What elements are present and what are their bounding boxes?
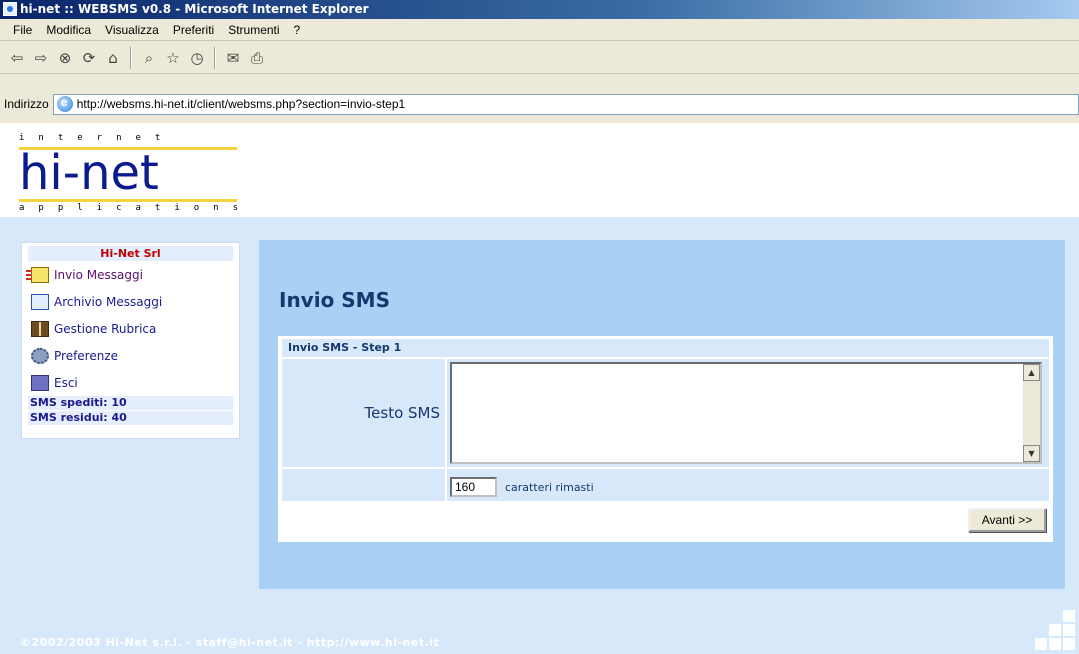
- footer-copyright: ©2002/2003 Hi-Net s.r.l. - staff@hi-net.…: [20, 636, 440, 649]
- sidebar-item-label: Preferenze: [54, 348, 119, 363]
- form-header: Invio SMS - Step 1: [282, 339, 1049, 357]
- menu-file[interactable]: File: [6, 23, 39, 37]
- address-book-icon: [31, 320, 49, 337]
- address-bar: Indirizzo http://websms.hi-net.it/client…: [0, 92, 1079, 116]
- logo-tagline-bottom: applications: [19, 203, 253, 213]
- preferences-icon: [31, 347, 49, 364]
- ie-page-icon: [56, 95, 73, 112]
- stop-icon[interactable]: ⊗: [54, 47, 76, 69]
- address-label: Indirizzo: [4, 97, 49, 111]
- sidebar-item-label: Gestione Rubrica: [54, 321, 157, 336]
- sms-text-label: Testo SMS: [282, 359, 445, 467]
- sidebar-item-gestione-rubrica[interactable]: Gestione Rubrica: [22, 315, 239, 342]
- sidebar: Hi-Net Srl Invio Messaggi Archivio Messa…: [21, 242, 240, 439]
- archive-icon: [31, 293, 49, 310]
- page-content: internet hi-net applications Hi-Net Srl …: [0, 123, 1079, 654]
- toolbar-separator: [214, 46, 216, 69]
- sidebar-item-label: Invio Messaggi: [54, 267, 143, 282]
- address-field[interactable]: http://websms.hi-net.it/client/websms.ph…: [52, 93, 1079, 115]
- menu-bar: File Modifica Visualizza Preferiti Strum…: [0, 19, 1079, 41]
- address-url[interactable]: http://websms.hi-net.it/client/websms.ph…: [77, 97, 406, 111]
- sms-form: Invio SMS - Step 1 Testo SMS ▲ ▼ 160 car…: [278, 336, 1053, 542]
- sms-sent-count: SMS spediti: 10: [28, 396, 233, 410]
- forward-icon[interactable]: ⇨: [30, 47, 52, 69]
- sms-remaining-count: SMS residui: 40: [28, 411, 233, 425]
- history-icon[interactable]: ◷: [186, 47, 208, 69]
- sidebar-item-label: Esci: [54, 375, 78, 390]
- logo-tagline-top: internet: [19, 133, 175, 143]
- refresh-icon[interactable]: ⟳: [78, 47, 100, 69]
- menu-modifica[interactable]: Modifica: [39, 23, 98, 37]
- menu-preferiti[interactable]: Preferiti: [166, 23, 221, 37]
- sidebar-item-preferenze[interactable]: Preferenze: [22, 342, 239, 369]
- corner-decoration: [1023, 610, 1079, 654]
- ie-window-icon: [3, 2, 17, 16]
- scroll-down-icon[interactable]: ▼: [1023, 445, 1040, 462]
- counter-label-cell: [282, 469, 445, 501]
- menu-help[interactable]: ?: [287, 23, 308, 37]
- sidebar-company: Hi-Net Srl: [28, 246, 233, 261]
- toolbar: ⇦ ⇨ ⊗ ⟳ ⌂ ⌕ ☆ ◷ ✉ ⎙: [0, 42, 1079, 74]
- menu-visualizza[interactable]: Visualizza: [98, 23, 166, 37]
- counter-cell: 160 caratteri rimasti: [447, 469, 1049, 501]
- window-title-bar[interactable]: hi-net :: WEBSMS v0.8 - Microsoft Intern…: [0, 0, 1079, 19]
- home-icon[interactable]: ⌂: [102, 47, 124, 69]
- textarea-scrollbar[interactable]: ▲ ▼: [1023, 364, 1040, 462]
- menu-strumenti[interactable]: Strumenti: [221, 23, 286, 37]
- sidebar-item-label: Archivio Messaggi: [54, 294, 163, 309]
- favorites-icon[interactable]: ☆: [162, 47, 184, 69]
- next-button[interactable]: Avanti >>: [968, 508, 1046, 532]
- sidebar-item-archivio-messaggi[interactable]: Archivio Messaggi: [22, 288, 239, 315]
- sidebar-item-esci[interactable]: Esci: [22, 369, 239, 396]
- sidebar-item-invio-messaggi[interactable]: Invio Messaggi: [22, 261, 239, 288]
- scroll-up-icon[interactable]: ▲: [1023, 364, 1040, 381]
- page-header: internet hi-net applications: [0, 123, 1079, 217]
- print-icon[interactable]: ⎙: [246, 47, 268, 69]
- sms-text-cell: ▲ ▼: [447, 359, 1049, 467]
- logo-wordmark: hi-net: [19, 145, 159, 201]
- main-panel: Invio SMS Invio SMS - Step 1 Testo SMS ▲…: [259, 240, 1065, 589]
- sms-text-input[interactable]: ▲ ▼: [450, 362, 1042, 464]
- exit-icon: [31, 374, 49, 391]
- chars-remaining-field: 160: [450, 477, 497, 497]
- toolbar-separator: [130, 46, 132, 69]
- page-title: Invio SMS: [279, 288, 390, 312]
- mail-icon[interactable]: ✉: [222, 47, 244, 69]
- chars-remaining-label: caratteri rimasti: [505, 481, 594, 494]
- send-mail-icon: [26, 266, 49, 283]
- search-icon[interactable]: ⌕: [138, 47, 160, 69]
- back-icon[interactable]: ⇦: [6, 47, 28, 69]
- logo-bar-bottom: [19, 199, 237, 202]
- hi-net-logo[interactable]: internet hi-net applications: [19, 133, 238, 213]
- window-title: hi-net :: WEBSMS v0.8 - Microsoft Intern…: [20, 2, 369, 16]
